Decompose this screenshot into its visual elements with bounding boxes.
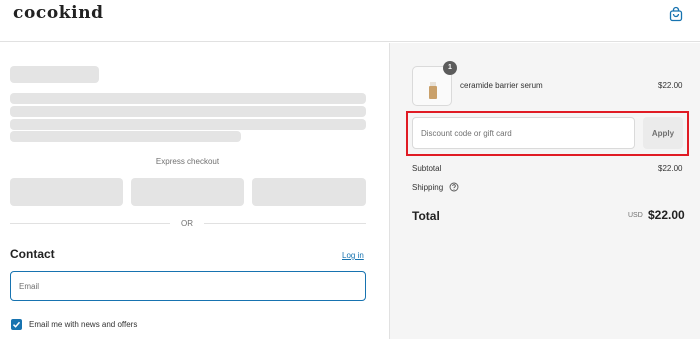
express-checkout-button-1[interactable] bbox=[10, 178, 123, 206]
divider-line-left bbox=[10, 223, 170, 224]
express-checkout-label: Express checkout bbox=[155, 157, 220, 166]
loading-placeholder-line bbox=[10, 131, 241, 142]
express-checkout-button-3[interactable] bbox=[252, 178, 366, 206]
loading-placeholder-line bbox=[10, 106, 366, 117]
divider-line-right bbox=[204, 223, 366, 224]
total-label: Total bbox=[412, 209, 440, 223]
apply-discount-button[interactable]: Apply bbox=[643, 117, 683, 149]
loading-placeholder-heading bbox=[10, 66, 99, 83]
newsletter-checkbox[interactable] bbox=[11, 319, 22, 330]
total-value: $22.00 bbox=[648, 208, 685, 222]
login-link[interactable]: Log in bbox=[342, 251, 364, 260]
quantity-badge: 1 bbox=[443, 61, 457, 75]
loading-placeholder-line bbox=[10, 119, 366, 130]
contact-heading: Contact bbox=[10, 247, 55, 261]
express-checkout-button-2[interactable] bbox=[131, 178, 244, 206]
product-name: ceramide barrier serum bbox=[460, 81, 543, 90]
currency-code: USD bbox=[628, 212, 643, 219]
divider-or-text: OR bbox=[181, 219, 193, 228]
help-circle-icon[interactable] bbox=[449, 182, 459, 192]
brand-logo[interactable]: cocokind bbox=[13, 3, 104, 23]
checkmark-icon bbox=[12, 321, 21, 328]
loading-placeholder-line bbox=[10, 93, 366, 104]
subtotal-label: Subtotal bbox=[412, 164, 442, 173]
product-price: $22.00 bbox=[658, 81, 683, 90]
newsletter-label: Email me with news and offers bbox=[29, 320, 138, 329]
serum-bottle-icon bbox=[429, 86, 437, 99]
discount-code-input[interactable] bbox=[412, 117, 635, 149]
subtotal-value: $22.00 bbox=[658, 164, 683, 173]
shopping-bag-icon[interactable] bbox=[668, 6, 684, 22]
shipping-label: Shipping bbox=[412, 183, 444, 192]
email-field[interactable] bbox=[10, 271, 366, 301]
site-header: cocokind bbox=[0, 0, 700, 42]
